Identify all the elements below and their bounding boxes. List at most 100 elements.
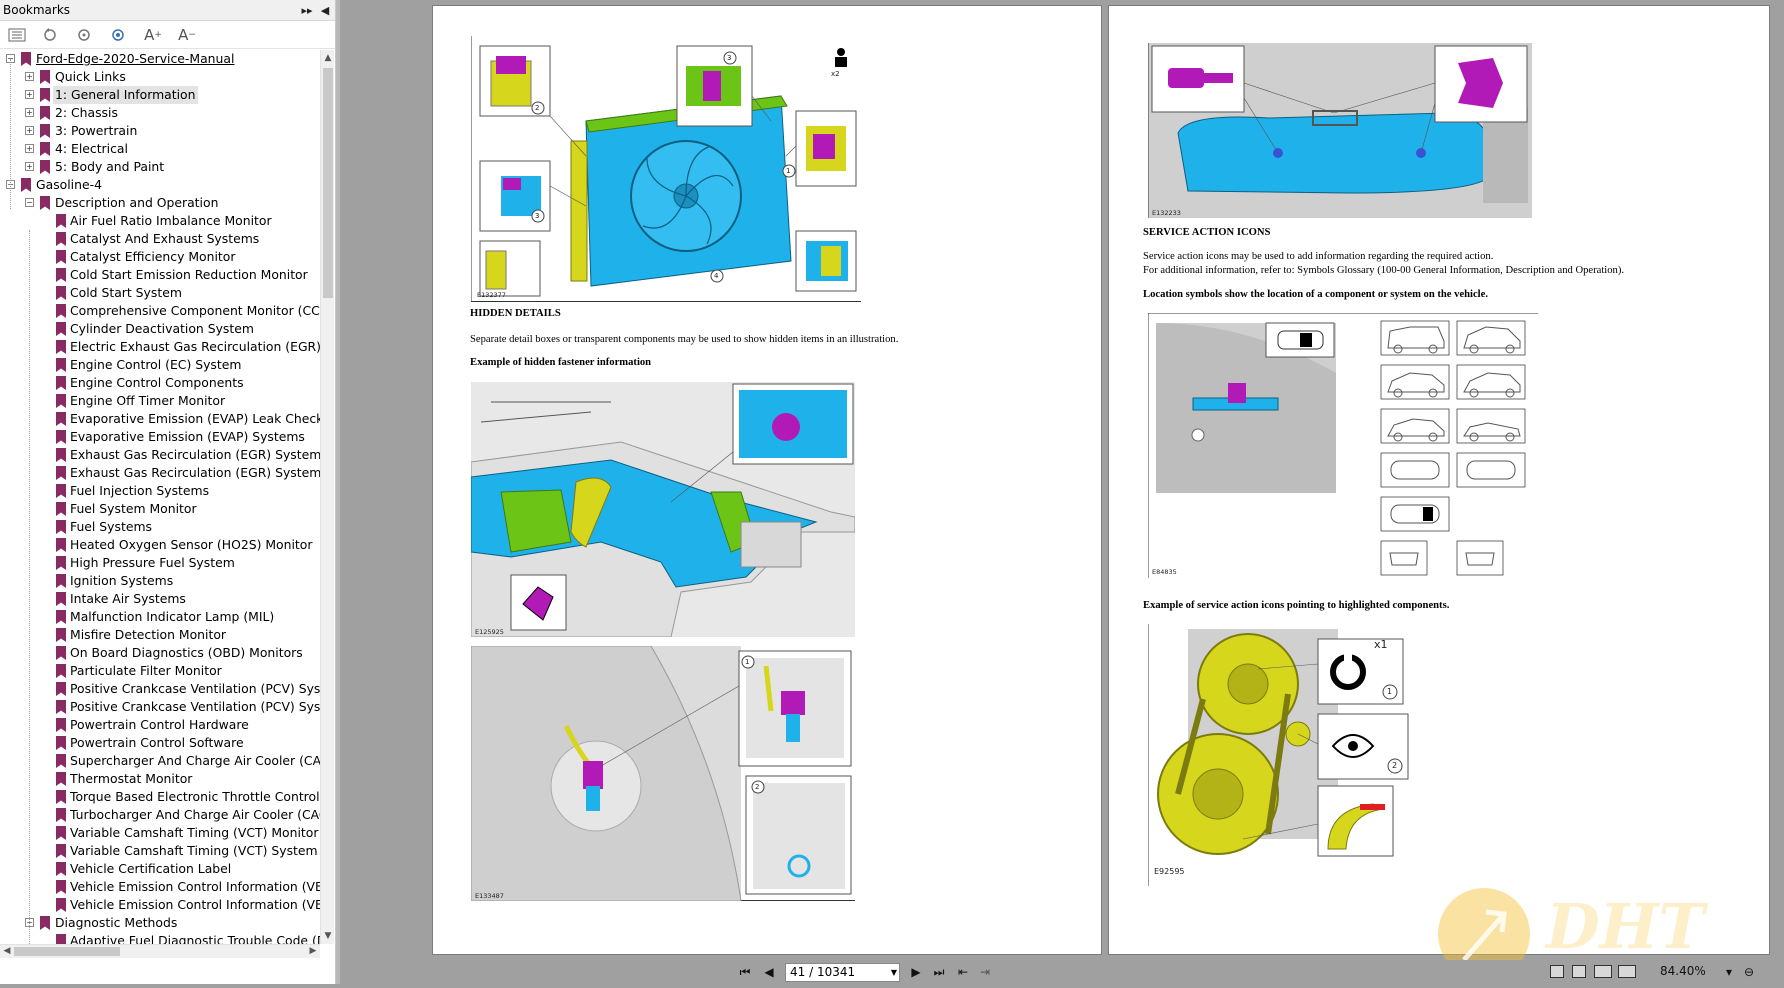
scroll-right-icon[interactable]: ▶	[306, 945, 320, 959]
bookmark-item[interactable]: Powertrain Control Hardware	[0, 716, 320, 734]
expand-toggle-icon[interactable]: +	[25, 126, 34, 135]
bookmark-item[interactable]: Catalyst Efficiency Monitor	[0, 248, 320, 266]
bookmark-item[interactable]: Ignition Systems	[0, 572, 320, 590]
single-page-view-icon[interactable]	[1550, 965, 1564, 978]
bookmark-item[interactable]: Engine Control (EC) System	[0, 356, 320, 374]
bookmark-item[interactable]: Torque Based Electronic Throttle Control…	[0, 788, 320, 806]
bookmark-item[interactable]: Cylinder Deactivation System	[0, 320, 320, 338]
facing-view-icon[interactable]	[1594, 965, 1612, 978]
current-bookmark-icon[interactable]	[108, 25, 130, 45]
bookmark-icon	[56, 304, 66, 318]
bookmark-item[interactable]: Variable Camshaft Timing (VCT) System	[0, 842, 320, 860]
bookmark-item[interactable]: Variable Camshaft Timing (VCT) Monitor	[0, 824, 320, 842]
decrease-font-icon[interactable]: A −	[176, 25, 198, 45]
bookmark-item[interactable]: Heated Oxygen Sensor (HO2S) Monitor	[0, 536, 320, 554]
panel-options-icon[interactable]: ▸▸	[299, 2, 315, 18]
bookmark-item[interactable]: Fuel System Monitor	[0, 500, 320, 518]
bookmark-item[interactable]: Catalyst And Exhaust Systems	[0, 230, 320, 248]
page-number-field[interactable]: 41 / 10341 ▼	[785, 963, 900, 982]
bookmark-item[interactable]: Positive Crankcase Ventilation (PCV) Sys…	[0, 680, 320, 698]
bookmark-label: Thermostat Monitor	[70, 771, 193, 786]
scroll-down-icon[interactable]: ▼	[321, 928, 335, 944]
bookmark-label: Exhaust Gas Recirculation (EGR) Systems	[70, 465, 320, 480]
last-page-button[interactable]: ⏭	[930, 964, 948, 980]
bookmark-item[interactable]: − Description and Operation	[0, 194, 320, 212]
bookmark-label: Vehicle Emission Control Information (VE…	[70, 879, 320, 894]
bookmark-item[interactable]: High Pressure Fuel System	[0, 554, 320, 572]
expand-toggle-icon[interactable]: +	[25, 90, 34, 99]
panel-splitter[interactable]	[336, 0, 340, 984]
bookmark-item[interactable]: Cold Start System	[0, 284, 320, 302]
bookmark-item[interactable]: Comprehensive Component Monitor (CCM)	[0, 302, 320, 320]
bookmark-item[interactable]: Fuel Systems	[0, 518, 320, 536]
bookmark-item[interactable]: Thermostat Monitor	[0, 770, 320, 788]
bookmark-item[interactable]: Electric Exhaust Gas Recirculation (EGR)…	[0, 338, 320, 356]
bookmark-item[interactable]: Vehicle Emission Control Information (VE…	[0, 878, 320, 896]
bookmark-item[interactable]: Cold Start Emission Reduction Monitor	[0, 266, 320, 284]
bookmark-item[interactable]: Fuel Injection Systems	[0, 482, 320, 500]
bookmark-item[interactable]: +4: Electrical	[0, 140, 320, 158]
bookmarks-horizontal-scrollbar[interactable]: ◀ ▶	[0, 944, 320, 958]
previous-view-button[interactable]: ⇤	[954, 964, 972, 980]
bookmark-item[interactable]: Vehicle Certification Label	[0, 860, 320, 878]
bookmark-item[interactable]: +5: Body and Paint	[0, 158, 320, 176]
previous-page-button[interactable]: ◀	[760, 964, 778, 980]
bookmark-icon	[56, 322, 66, 336]
bookmark-icon	[56, 844, 66, 858]
bookmarks-vertical-scrollbar[interactable]: ▲ ▼	[320, 50, 334, 944]
zoom-out-icon[interactable]: ⊖	[1740, 964, 1758, 980]
continuous-view-icon[interactable]	[1572, 965, 1586, 978]
bookmark-item[interactable]: Engine Off Timer Monitor	[0, 392, 320, 410]
bookmark-item[interactable]: Powertrain Control Software	[0, 734, 320, 752]
bookmarks-panel: Bookmarks ▸▸ ◀ A + A − − Ford-Edge-2020-Ser…	[0, 0, 336, 984]
chevron-down-icon[interactable]: ▼	[891, 964, 897, 981]
bookmark-item[interactable]: Turbocharger And Charge Air Cooler (CAC)	[0, 806, 320, 824]
bookmark-item[interactable]: Exhaust Gas Recirculation (EGR) System M…	[0, 446, 320, 464]
bookmark-item[interactable]: On Board Diagnostics (OBD) Monitors	[0, 644, 320, 662]
expand-toggle-icon[interactable]: +	[25, 144, 34, 153]
bookmark-item[interactable]: +1: General Information	[0, 86, 320, 104]
expand-toggle-icon[interactable]: +	[25, 72, 34, 81]
bookmark-item[interactable]: − Ford-Edge-2020-Service-Manual	[0, 50, 320, 68]
bookmark-item[interactable]: + Quick Links	[0, 68, 320, 86]
bookmark-item[interactable]: Supercharger And Charge Air Cooler (CAC)	[0, 752, 320, 770]
next-view-button[interactable]: ⇥	[976, 964, 994, 980]
bookmark-item[interactable]: Engine Control Components	[0, 374, 320, 392]
scroll-thumb[interactable]	[323, 68, 333, 298]
expand-toggle-icon[interactable]: +	[25, 108, 34, 117]
scroll-up-icon[interactable]: ▲	[321, 50, 335, 66]
bookmark-icon	[56, 790, 66, 804]
bookmark-item[interactable]: Evaporative Emission (EVAP) Leak Check M…	[0, 410, 320, 428]
bookmark-item[interactable]: Adaptive Fuel Diagnostic Trouble Code (D…	[0, 932, 320, 944]
expand-bookmark-icon[interactable]	[40, 25, 62, 45]
bookmark-item[interactable]: Particulate Filter Monitor	[0, 662, 320, 680]
zoom-menu-icon[interactable]: ▾	[1720, 964, 1738, 980]
bookmark-item[interactable]: Air Fuel Ratio Imbalance Monitor	[0, 212, 320, 230]
first-page-button[interactable]: ⏮	[736, 964, 754, 980]
bookmark-item[interactable]: − Diagnostic Methods	[0, 914, 320, 932]
bookmark-item[interactable]: − Gasoline-4	[0, 176, 320, 194]
next-page-button[interactable]: ▶	[907, 964, 925, 980]
scroll-left-icon[interactable]: ◀	[0, 945, 14, 959]
hscroll-thumb[interactable]	[14, 947, 120, 956]
increase-font-icon[interactable]: A +	[142, 25, 164, 45]
bookmark-item[interactable]: Misfire Detection Monitor	[0, 626, 320, 644]
bookmark-item[interactable]: Positive Crankcase Ventilation (PCV) Sys…	[0, 698, 320, 716]
expand-toggle-icon[interactable]: +	[25, 162, 34, 171]
collapse-panel-icon[interactable]: ◀	[317, 2, 333, 18]
callout-1: 1	[745, 658, 750, 666]
bookmark-item[interactable]: Exhaust Gas Recirculation (EGR) Systems	[0, 464, 320, 482]
bookmark-options-icon[interactable]	[6, 25, 28, 45]
bookmark-item[interactable]: Intake Air Systems	[0, 590, 320, 608]
bookmark-item[interactable]: Vehicle Emission Control Information (VE…	[0, 896, 320, 914]
collapse-toggle-icon[interactable]: −	[25, 198, 34, 207]
continuous-facing-view-icon[interactable]	[1618, 965, 1636, 978]
bookmark-label: Description and Operation	[55, 195, 219, 210]
find-bookmark-icon[interactable]	[74, 25, 96, 45]
bookmark-item[interactable]: Malfunction Indicator Lamp (MIL)	[0, 608, 320, 626]
cooling-module-illustration	[470, 36, 857, 302]
bookmark-item[interactable]: +2: Chassis	[0, 104, 320, 122]
bookmark-icon	[40, 106, 50, 120]
bookmark-item[interactable]: Evaporative Emission (EVAP) Systems	[0, 428, 320, 446]
bookmark-item[interactable]: +3: Powertrain	[0, 122, 320, 140]
